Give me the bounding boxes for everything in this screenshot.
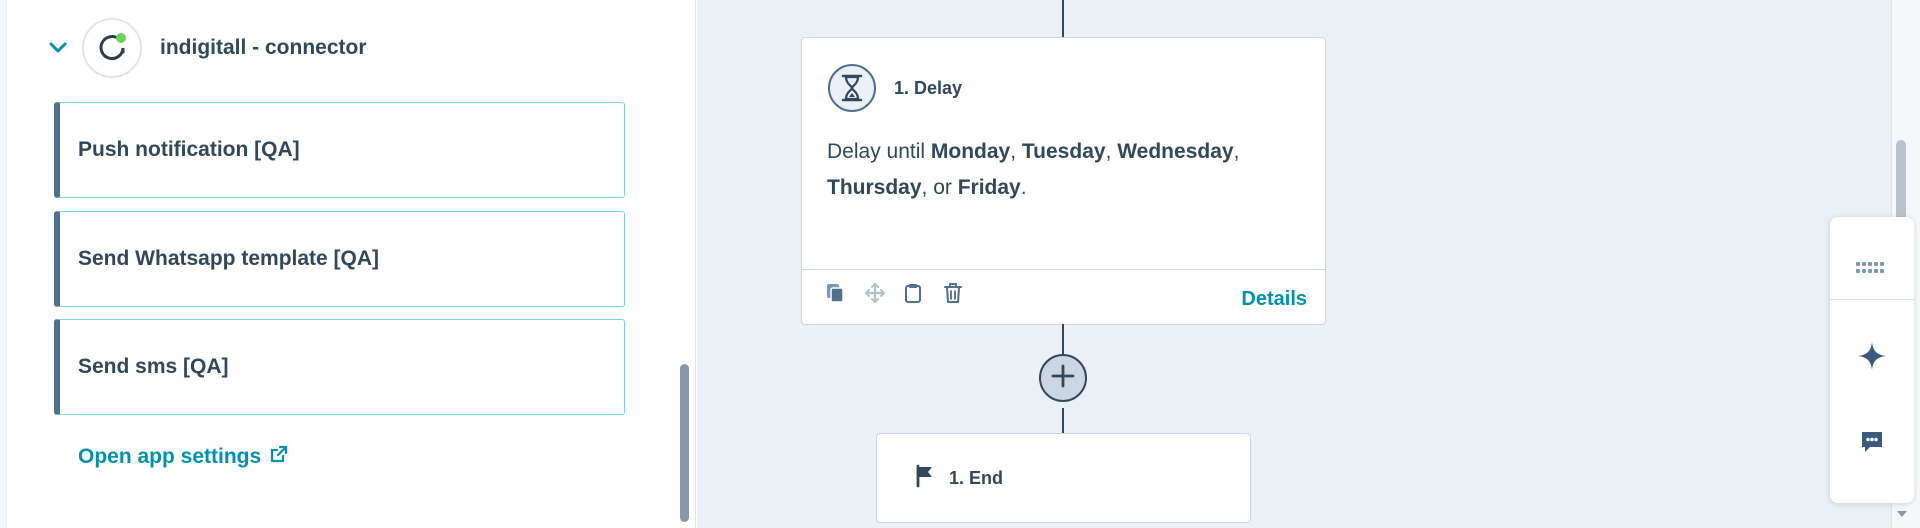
day-tuesday: Tuesday: [1021, 140, 1106, 163]
delay-action-card[interactable]: 1. Delay Delay until Monday, Tuesday, We…: [801, 37, 1326, 325]
open-app-settings-label: Open app settings: [78, 445, 262, 468]
grid-icon: [1855, 261, 1889, 280]
left-panel: indigitall - connector Push notification…: [0, 0, 696, 528]
action-card-push-notification[interactable]: Push notification [QA]: [54, 102, 625, 198]
comments-button[interactable]: [1830, 413, 1914, 475]
action-label: Send Whatsapp template [QA]: [78, 247, 380, 270]
copy-icon[interactable]: [824, 282, 846, 304]
chevron-down-icon[interactable]: [48, 38, 68, 58]
plus-icon: [1050, 363, 1076, 394]
panel-edge: [0, 0, 7, 528]
sparkle-icon: [1857, 341, 1887, 376]
external-link-icon: [269, 444, 289, 470]
details-link[interactable]: Details: [1241, 288, 1307, 311]
separator: ,: [1233, 140, 1240, 163]
connector-line: [1062, 0, 1064, 37]
flag-icon: [915, 464, 935, 493]
ai-assistant-button[interactable]: [1830, 327, 1914, 389]
day-thursday: Thursday: [827, 176, 922, 199]
app-logo: [82, 18, 142, 78]
end-title: 1. End: [949, 468, 1004, 488]
app-section-header[interactable]: indigitall - connector: [48, 18, 367, 78]
action-card-send-whatsapp[interactable]: Send Whatsapp template [QA]: [54, 211, 625, 307]
open-app-settings-link[interactable]: Open app settings: [78, 444, 289, 470]
action-card-send-sms[interactable]: Send sms [QA]: [54, 319, 625, 415]
floating-toolbar: [1830, 217, 1914, 503]
toolbar-divider: [1830, 299, 1914, 300]
day-monday: Monday: [930, 140, 1011, 163]
trash-icon[interactable]: [942, 282, 964, 304]
comment-icon: [1859, 429, 1885, 460]
clipboard-icon[interactable]: [902, 282, 924, 304]
move-icon[interactable]: [864, 282, 886, 304]
delay-card-header: 1. Delay: [828, 64, 962, 112]
suffix: .: [1020, 176, 1027, 199]
action-label: Send sms [QA]: [78, 355, 229, 378]
grid-button[interactable]: [1830, 239, 1914, 301]
separator-or: , or: [921, 176, 958, 199]
connector-line: [1062, 408, 1064, 434]
delay-title: 1. Delay: [894, 77, 963, 98]
scroll-down-arrow-icon[interactable]: [1893, 508, 1911, 522]
action-label: Push notification [QA]: [78, 138, 300, 161]
separator: ,: [1010, 140, 1022, 163]
left-panel-scrollbar[interactable]: [680, 364, 689, 522]
day-wednesday: Wednesday: [1117, 140, 1234, 163]
delay-description: Delay until Monday, Tuesday, Wednesday , …: [827, 134, 1297, 206]
delay-prefix: Delay until: [827, 140, 931, 163]
app-name: indigitall - connector: [160, 36, 367, 59]
end-action-card[interactable]: 1. End: [876, 433, 1251, 523]
add-action-button[interactable]: [1039, 354, 1087, 402]
end-card-header: 1. End: [915, 464, 1003, 493]
day-friday: Friday: [957, 176, 1021, 199]
hourglass-icon: [828, 64, 876, 112]
separator: ,: [1105, 140, 1118, 163]
delay-card-footer: Details: [802, 269, 1325, 324]
